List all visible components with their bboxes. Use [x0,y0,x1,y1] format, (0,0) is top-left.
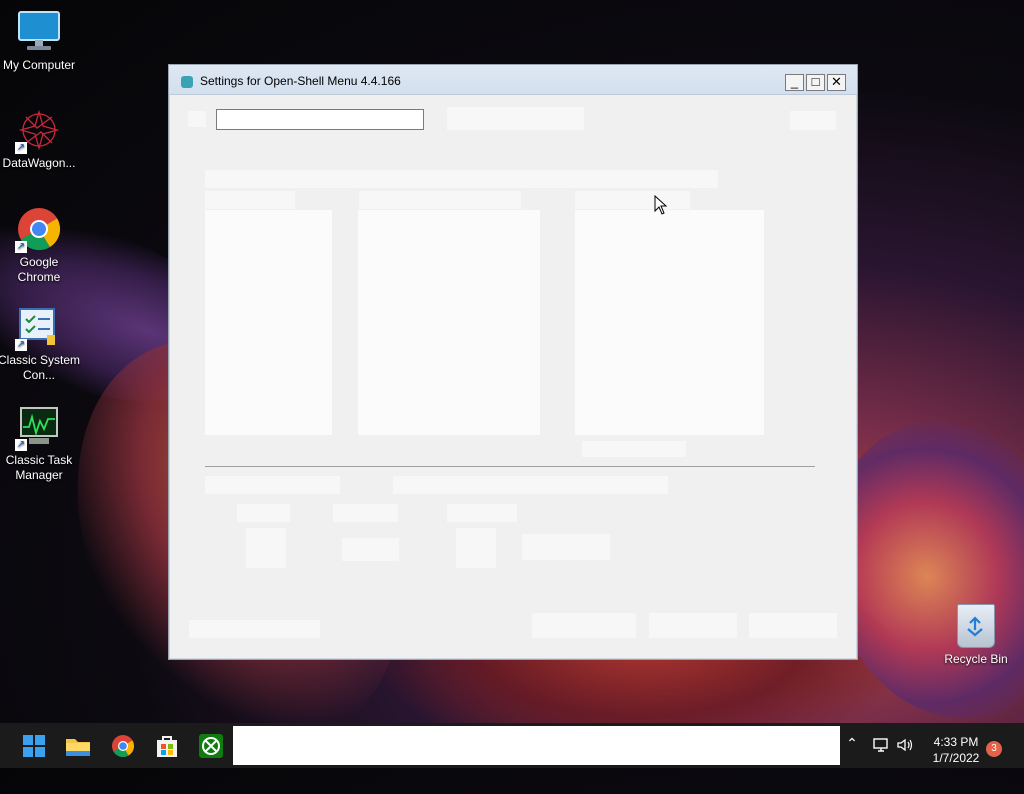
placeholder-control[interactable] [447,107,584,130]
placeholder-control[interactable] [333,504,398,522]
task-manager-icon: ↗ [15,405,61,451]
chevron-up-icon[interactable]: ⌃ [844,735,860,752]
desktop-icon-recycle-bin[interactable]: Recycle Bin [940,604,1012,666]
panel-header [575,191,690,209]
store-icon [157,736,177,757]
taskbar-store[interactable] [150,729,184,763]
desktop-icon-chrome[interactable]: ↗ Google Chrome [0,207,81,285]
taskbar-search-area[interactable] [233,726,840,765]
shortcut-arrow-icon: ↗ [15,241,27,253]
control-panel-icon: ↗ [15,305,61,351]
xbox-icon [199,734,223,758]
clock-date[interactable]: 1/7/2022 [922,751,990,765]
monitor-icon [17,10,61,54]
volume-icon[interactable] [896,736,914,759]
shortcut-arrow-icon: ↗ [15,439,27,451]
panel-header [359,191,521,209]
desktop-icon-label: DataWagon... [2,156,76,170]
options-panel[interactable] [358,210,540,435]
panel-header [205,191,295,209]
shortcut-arrow-icon: ↗ [15,142,27,154]
placeholder-button[interactable] [532,613,636,638]
search-input[interactable] [216,109,424,130]
search-icon [188,111,206,127]
maximize-button[interactable]: □ [806,74,825,91]
desktop-icon-label: My Computer [2,58,76,72]
placeholder-control[interactable] [456,528,496,568]
placeholder-link[interactable] [189,620,320,638]
desktop-icon-label: Google Chrome [17,255,61,284]
placeholder-control[interactable] [790,111,836,130]
desktop-icon-datawagon[interactable]: ↗ DataWagon... [0,108,81,171]
placeholder-button[interactable] [749,613,837,638]
placeholder-control[interactable] [447,504,517,522]
desktop-icon-label: Recycle Bin [944,652,1008,666]
placeholder-text [205,170,718,188]
start-button[interactable] [17,729,51,763]
placeholder-text [205,476,340,494]
folder-icon [66,739,90,756]
taskbar-chrome[interactable] [106,729,140,763]
taskbar: ⌃ 4:33 PM 1/7/2022 [0,723,1024,768]
recycle-bin-icon [957,604,995,648]
window-client-area [170,95,856,655]
placeholder-control[interactable] [246,528,286,568]
desktop-icon-label: Classic Task Manager [5,453,73,482]
settings-window[interactable]: Settings for Open-Shell Menu 4.4.166 _ □… [168,64,858,660]
notification-badge[interactable]: 3 [986,741,1002,757]
window-title: Settings for Open-Shell Menu 4.4.166 [200,74,401,88]
mouse-cursor-icon [654,195,668,215]
placeholder-text [393,476,668,494]
network-icon[interactable] [872,736,890,759]
windows-start-icon [23,735,45,757]
shortcut-arrow-icon: ↗ [15,339,27,351]
preview-panel[interactable] [575,210,764,435]
taskbar-xbox[interactable] [194,729,228,763]
placeholder-text [582,441,686,457]
chrome-icon: ↗ [15,207,61,253]
options-panel[interactable] [205,210,332,435]
clock-time[interactable]: 4:33 PM [922,735,990,749]
datawagon-icon: ↗ [15,108,61,154]
desktop-icon-label: Classic System Con... [0,353,80,382]
placeholder-control[interactable] [522,534,610,560]
divider [205,466,815,467]
placeholder-button[interactable] [649,613,737,638]
taskbar-file-explorer[interactable] [61,729,95,763]
open-shell-icon [181,76,193,88]
minimize-button[interactable]: _ [785,74,804,91]
placeholder-control[interactable] [237,504,290,522]
close-button[interactable]: ✕ [827,74,846,91]
chrome-icon [112,735,134,757]
desktop-icon-classic-task-manager[interactable]: ↗ Classic Task Manager [0,405,81,483]
desktop-icon-classic-system-control[interactable]: ↗ Classic System Con... [0,305,81,383]
window-titlebar[interactable]: Settings for Open-Shell Menu 4.4.166 _ □… [169,65,857,95]
placeholder-control[interactable] [342,538,399,561]
desktop-icon-my-computer[interactable]: My Computer [0,10,81,73]
